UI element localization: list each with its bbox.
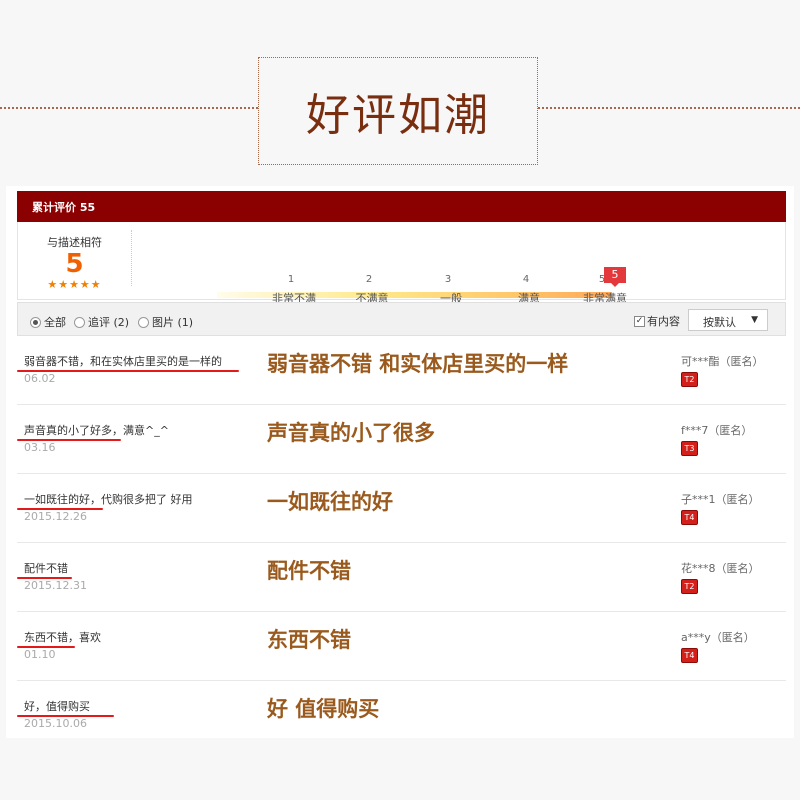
review-row: 声音真的小了好多，满意^_^ 03.16 声音真的小了很多 f***7（匿名） … <box>17 405 786 474</box>
reviewer-name: 可***酯（匿名） <box>681 353 764 369</box>
scale-number: 4 <box>522 274 530 285</box>
review-highlight: 东西不错 <box>267 628 351 652</box>
reviewer-name: a***y（匿名） <box>681 629 755 645</box>
banner-title-box: 好评如潮 <box>258 57 538 165</box>
reviewer-id: a***y <box>681 631 711 644</box>
review-date: 2015.10.06 <box>24 717 87 730</box>
checkbox-checked-icon[interactable]: ✓ <box>634 315 645 327</box>
review-text: 东西不错，喜欢 <box>24 631 101 644</box>
has-content-checkbox[interactable]: ✓ 有内容 <box>634 313 680 329</box>
rating-summary: 与描述相符 5 ★★★★★ 5 1 2 3 4 5 非常不满 不满意 一般 满意… <box>17 222 786 305</box>
filter-followup-label: 追评 (2) <box>88 316 130 329</box>
radio-icon[interactable] <box>74 316 85 328</box>
review-filter-bar: 全部 追评 (2) 图片 (1) ✓ 有内容 按默认 ▼ <box>17 302 786 336</box>
review-row: 弱音器不错，和在实体店里买的是一样的 06.02 弱音器不错 和实体店里买的一样… <box>17 336 786 405</box>
anonymous-tag: （匿名） <box>708 424 753 437</box>
sort-dropdown-label: 按默认 <box>703 316 736 329</box>
review-date: 01.10 <box>24 648 56 661</box>
anonymous-tag: （匿名） <box>719 355 764 368</box>
banner-title: 好评如潮 <box>306 90 490 141</box>
review-list: 弱音器不错，和在实体店里买的是一样的 06.02 弱音器不错 和实体店里买的一样… <box>17 336 786 750</box>
description-match: 与描述相符 5 ★★★★★ <box>18 222 131 291</box>
review-highlight: 配件不错 <box>267 559 351 583</box>
sort-dropdown[interactable]: 按默认 ▼ <box>688 309 768 331</box>
reviewer-name: 花***8（匿名） <box>681 560 760 576</box>
description-score: 5 <box>65 249 84 279</box>
review-row: 好，值得购买 2015.10.06 好 值得购买 <box>17 681 786 750</box>
review-highlight: 声音真的小了很多 <box>267 421 435 445</box>
filter-pictures[interactable]: 图片 (1) <box>138 314 193 330</box>
review-date: 06.02 <box>24 372 56 385</box>
description-match-label: 与描述相符 <box>47 236 102 249</box>
scale-number: 3 <box>444 274 452 285</box>
anonymous-tag: （匿名） <box>715 562 760 575</box>
review-count-header: 累计评价 55 <box>17 191 786 222</box>
user-level-badge: T4 <box>681 648 698 663</box>
review-highlight: 弱音器不错 和实体店里买的一样 <box>267 352 569 376</box>
radio-icon[interactable] <box>138 316 149 328</box>
review-highlight: 好 值得购买 <box>267 697 380 721</box>
reviewer-name: f***7（匿名） <box>681 422 752 438</box>
scale-number: 5 <box>598 274 606 285</box>
user-level-badge: T2 <box>681 372 698 387</box>
reviewer-id: f***7 <box>681 424 709 437</box>
review-date: 2015.12.31 <box>24 579 87 592</box>
summary-divider <box>131 230 132 286</box>
review-date: 03.16 <box>24 441 56 454</box>
reviewer-id: 花***8 <box>681 562 716 575</box>
header-divider-right <box>538 107 800 109</box>
review-text: 配件不错 <box>24 562 68 575</box>
radio-selected-icon[interactable] <box>30 316 41 328</box>
review-text: 声音真的小了好多，满意^_^ <box>24 424 169 437</box>
chevron-down-icon: ▼ <box>751 315 758 325</box>
user-level-badge: T2 <box>681 579 698 594</box>
review-text: 一如既往的好，代购很多把了 好用 <box>24 493 193 506</box>
anonymous-tag: （匿名） <box>715 493 760 506</box>
anonymous-tag: （匿名） <box>710 631 755 644</box>
review-text: 弱音器不错，和在实体店里买的是一样的 <box>24 355 222 368</box>
review-row: 配件不错 2015.12.31 配件不错 花***8（匿名） T2 <box>17 543 786 612</box>
filter-followup[interactable]: 追评 (2) <box>74 314 129 330</box>
scale-number: 2 <box>365 274 373 285</box>
reviewer-id: 可***酯 <box>681 355 720 368</box>
review-text: 好，值得购买 <box>24 700 90 713</box>
review-panel: 累计评价 55 与描述相符 5 ★★★★★ 5 1 2 3 4 5 非常不满 不… <box>6 186 794 738</box>
header-divider-left <box>0 107 258 109</box>
review-row: 东西不错，喜欢 01.10 东西不错 a***y（匿名） T4 <box>17 612 786 681</box>
filter-all-label: 全部 <box>44 316 66 329</box>
review-highlight: 一如既往的好 <box>267 490 393 514</box>
reviewer-id: 子***1 <box>681 493 716 506</box>
user-level-badge: T4 <box>681 510 698 525</box>
has-content-label: 有内容 <box>647 315 680 328</box>
filter-all[interactable]: 全部 <box>30 314 66 330</box>
filter-pictures-label: 图片 (1) <box>152 316 194 329</box>
user-level-badge: T3 <box>681 441 698 456</box>
review-row: 一如既往的好，代购很多把了 好用 2015.12.26 一如既往的好 子***1… <box>17 474 786 543</box>
scale-number: 1 <box>287 274 295 285</box>
reviewer-name: 子***1（匿名） <box>681 491 760 507</box>
star-rating-icon: ★★★★★ <box>47 278 102 291</box>
review-date: 2015.12.26 <box>24 510 87 523</box>
